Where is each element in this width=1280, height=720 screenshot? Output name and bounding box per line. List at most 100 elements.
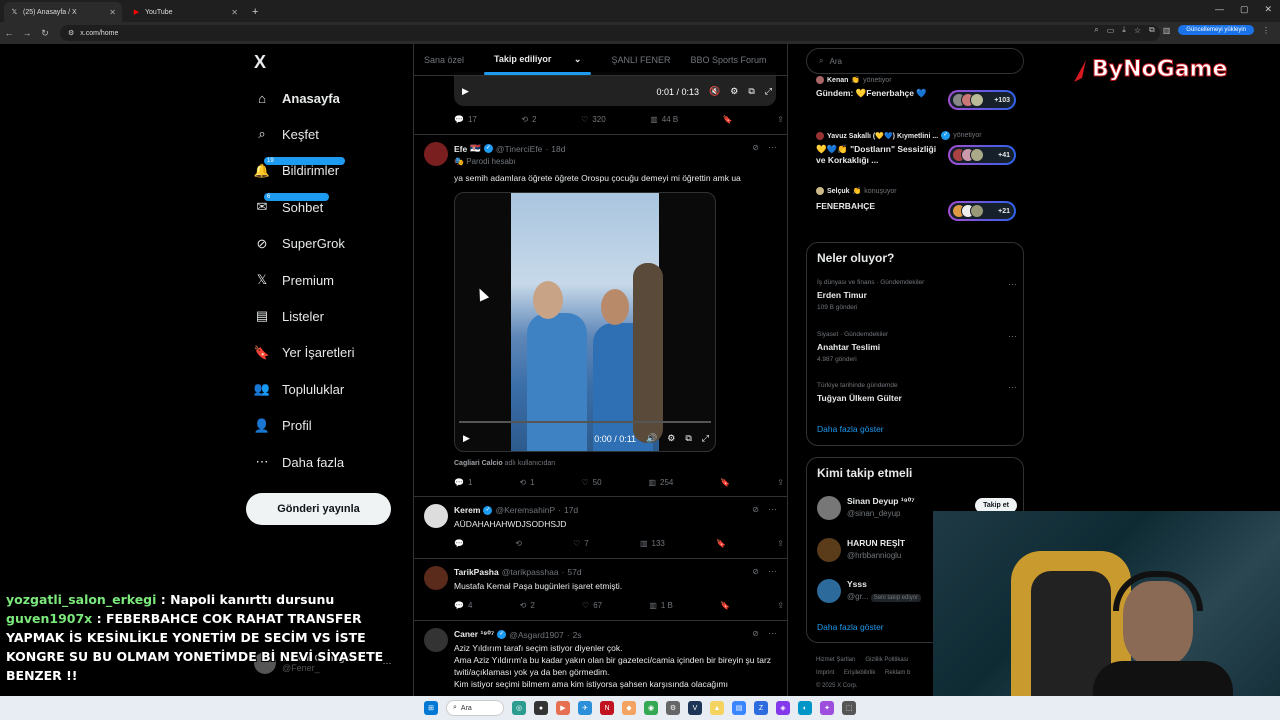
trend-item[interactable]: Siyaset · Gündemdekiler Anahtar Teslimi … [817, 331, 1017, 363]
close-window-icon[interactable]: ✕ [1264, 4, 1272, 15]
app-icon[interactable]: ⚙ [666, 701, 680, 715]
repost-button[interactable]: ⟲ 2 [520, 601, 535, 610]
space-listeners[interactable]: +21 [948, 201, 1016, 221]
sidebar-item-list[interactable]: ▤ Listeler [254, 308, 324, 324]
bookmark-icon[interactable]: 🔖 [723, 115, 733, 124]
fullscreen-icon[interactable]: ⤢ [765, 86, 772, 97]
repost-button[interactable]: ⟲ 1 [519, 478, 534, 487]
more-icon[interactable]: ⋯ [1008, 382, 1017, 393]
like-button[interactable]: ♡ 67 [582, 601, 602, 610]
app-icon[interactable]: ▤ [732, 701, 746, 715]
play-icon[interactable]: ▶ [463, 433, 470, 444]
share-icon[interactable]: ⇪ [777, 478, 784, 487]
app-icon[interactable]: ✈ [578, 701, 592, 715]
avatar[interactable] [424, 142, 448, 166]
share-icon[interactable]: ⇪ [777, 601, 784, 610]
new-tab-button[interactable]: + [252, 6, 258, 18]
sidebar-item-communities[interactable]: 👥 Topluluklar [254, 381, 344, 397]
sidebar-item-home[interactable]: ⌂ Anasayfa [254, 90, 340, 106]
footer-link[interactable]: Erişilebilirlik [844, 670, 875, 676]
sidebar-item-x-premium[interactable]: 𝕏 Premium [254, 272, 334, 288]
grok-icon[interactable]: ⊘ [752, 567, 759, 576]
repost-button[interactable]: ⟲ [515, 539, 522, 548]
app-icon[interactable]: ✦ [820, 701, 834, 715]
app-icon[interactable]: Z [754, 701, 768, 715]
trend-item[interactable]: İş dünyası ve finans · Gündemdekiler Erd… [817, 279, 1017, 311]
space-item[interactable]: Selçuk 👏 konuşuyor FENERBAHÇE +21 [816, 187, 1016, 221]
settings-icon[interactable]: ⚙ [667, 433, 675, 444]
bookmark-icon[interactable]: 🔖 [720, 601, 730, 610]
tab-x-home[interactable]: 𝕏 (25) Anasayfa / X ✕ [4, 2, 122, 22]
tweet-time[interactable]: 17d [564, 505, 578, 515]
play-icon[interactable]: ▶ [462, 86, 469, 97]
footer-link[interactable]: Reklam b [885, 670, 910, 676]
app-icon[interactable]: ⬚ [842, 701, 856, 715]
mute-icon[interactable]: 🔇 [709, 86, 720, 97]
space-item[interactable]: Kenan 👏 yönetiyor Gündem: 💛Fenerbahçe 💙 +… [816, 76, 1016, 110]
author-handle[interactable]: @Asgard1907 [509, 630, 563, 640]
app-icon[interactable]: ▶ [556, 701, 570, 715]
avatar[interactable] [424, 566, 448, 590]
grok-icon[interactable]: ⊘ [752, 143, 759, 152]
bookmark-icon[interactable]: 🔖 [716, 539, 726, 548]
more-icon[interactable]: ⋯ [768, 504, 777, 515]
app-icon[interactable]: ◆ [622, 701, 636, 715]
space-item[interactable]: Yavuz Sakallı (💛💙) Kıymetlini ... ✓ yöne… [816, 131, 1016, 166]
post-button[interactable]: Gönderi yayınla [246, 493, 391, 525]
show-more-link[interactable]: Daha fazla göster [817, 424, 884, 434]
tab-oyunc[interactable]: Oyunc [777, 55, 788, 65]
share-icon[interactable]: ⇪ [777, 115, 784, 124]
footer-link[interactable]: Hizmet Şartları [816, 657, 856, 663]
app-icon[interactable]: ◈ [776, 701, 790, 715]
tweet-time[interactable]: 57d [567, 567, 581, 577]
show-more-link[interactable]: Daha fazla göster [817, 622, 884, 632]
pip-icon[interactable]: ⧉ [685, 433, 691, 444]
sidebar-item-bell[interactable]: 🔔 19 Bildirimler [254, 156, 346, 179]
grok-icon[interactable]: ⊘ [752, 505, 759, 514]
chrome-icon[interactable]: ◉ [644, 701, 658, 715]
author-handle[interactable]: @KeremsahinP [495, 505, 555, 515]
like-button[interactable]: ♡ 7 [573, 539, 589, 548]
video-player[interactable]: ▶ 0:00 / 0:11 🔊 ⚙ ⧉ ⤢ [454, 192, 716, 452]
close-tab-icon[interactable]: ✕ [109, 8, 116, 17]
windows-start-icon[interactable]: ⊞ [424, 701, 438, 715]
like-button[interactable]: ♡ 50 [581, 478, 601, 487]
volume-icon[interactable]: 🔊 [646, 433, 657, 444]
repost-button[interactable]: ⟲ 2 [521, 115, 536, 124]
url-field[interactable]: ⚙ x.com/home [60, 25, 1160, 41]
sidebar-item-mail[interactable]: ✉ 6 Sohbet [254, 193, 330, 215]
app-icon[interactable]: ▲ [710, 701, 724, 715]
close-tab-icon[interactable]: ✕ [231, 8, 238, 17]
video-progress-bar[interactable] [459, 421, 711, 423]
site-info-icon[interactable]: ⚙ [68, 29, 74, 37]
share-icon[interactable]: ⇪ [777, 539, 784, 548]
sidebar-item-profile[interactable]: 👤 Profil [254, 418, 312, 434]
tab-following[interactable]: Takip ediliyor ⌄ [474, 54, 601, 75]
pip-icon[interactable]: ⧉ [748, 86, 754, 97]
author-name[interactable]: Efe [454, 144, 467, 154]
app-icon[interactable]: ◎ [512, 701, 526, 715]
video-credit-name[interactable]: Cagliari Calcio [454, 460, 503, 467]
more-icon[interactable]: ⋯ [768, 142, 777, 153]
sidebar-item-bookmark[interactable]: 🔖 Yer İşaretleri [254, 345, 355, 361]
more-icon[interactable]: ⋯ [1008, 279, 1017, 290]
reply-button[interactable]: 💬 17 [454, 115, 477, 124]
like-button[interactable]: ♡ 320 [581, 115, 606, 124]
avatar[interactable] [424, 628, 448, 652]
app-icon[interactable]: ◐ [798, 701, 812, 715]
settings-icon[interactable]: ⚙ [730, 86, 738, 97]
space-listeners[interactable]: +41 [948, 145, 1016, 165]
bookmark-icon[interactable]: 🔖 [720, 478, 730, 487]
more-icon[interactable]: ⋯ [768, 566, 777, 577]
search-input[interactable]: ⌕ Ara [806, 48, 1024, 74]
maximize-icon[interactable]: ▢ [1240, 4, 1249, 15]
space-listeners[interactable]: +103 [948, 90, 1016, 110]
author-name[interactable]: Caner ¹⁹⁰⁷ [454, 629, 494, 640]
author-name[interactable]: TarikPasha [454, 567, 499, 577]
views-button[interactable]: ▥ 1 B [649, 601, 673, 610]
trend-item[interactable]: Türkiye tarihinde gündemde Tuğyan Ülkem … [817, 382, 1017, 403]
grok-icon[interactable]: ⊘ [752, 629, 759, 638]
back-icon[interactable]: ← [0, 28, 18, 38]
views-button[interactable]: ▥ 44 B [650, 115, 678, 124]
tweet-time[interactable]: 18d [551, 144, 565, 154]
